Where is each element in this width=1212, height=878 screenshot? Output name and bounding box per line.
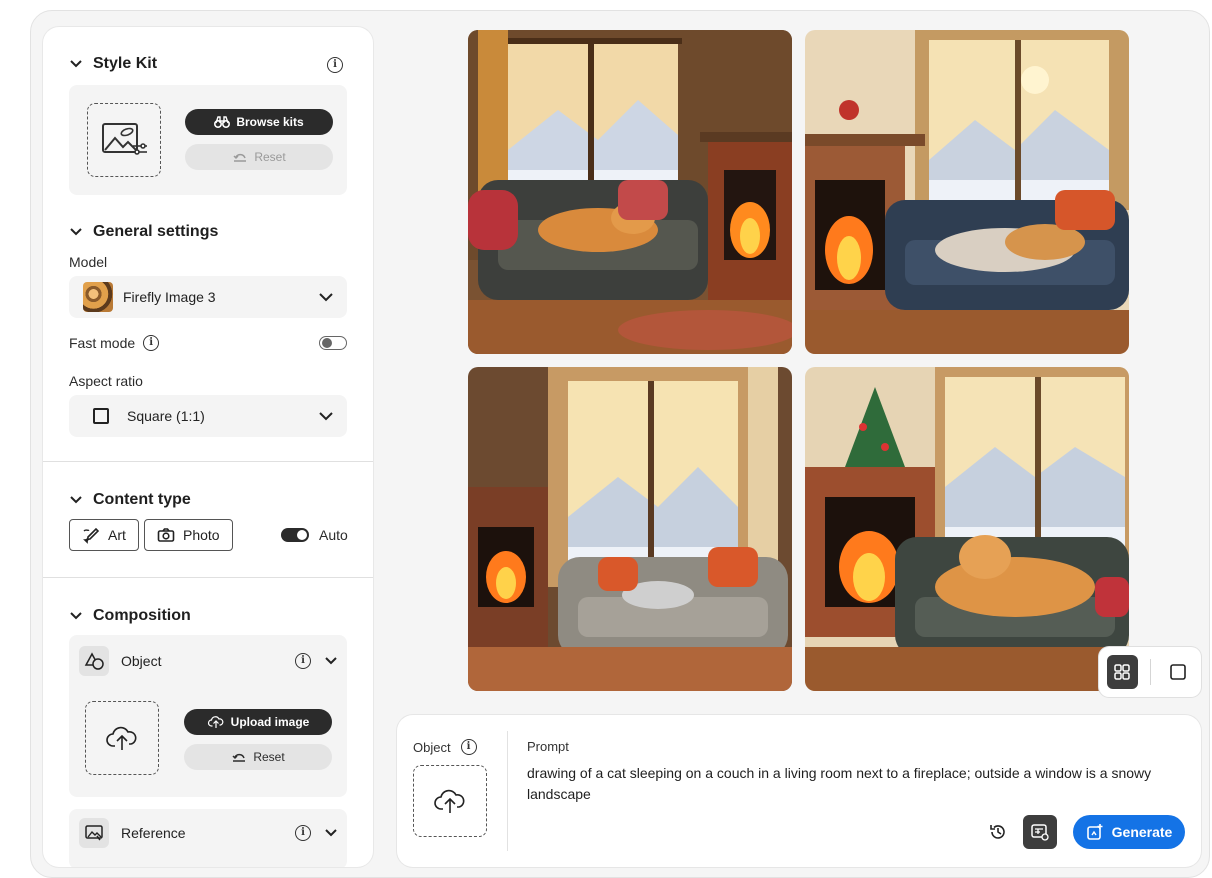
brush-icon bbox=[83, 527, 100, 544]
prompt-object-dropzone[interactable] bbox=[413, 765, 487, 837]
grid-view-button[interactable] bbox=[1107, 655, 1138, 689]
generated-image-1[interactable] bbox=[468, 30, 792, 354]
auto-toggle[interactable] bbox=[281, 528, 309, 542]
generated-image-3[interactable] bbox=[468, 367, 792, 691]
content-type-header[interactable]: Content type bbox=[69, 491, 191, 509]
info-icon[interactable]: i bbox=[143, 335, 160, 351]
prompt-input[interactable]: drawing of a cat sleeping on a couch in … bbox=[527, 763, 1167, 805]
grid-icon bbox=[1114, 664, 1131, 680]
fast-mode-row: Fast mode i bbox=[69, 335, 160, 351]
object-label: Object bbox=[121, 653, 162, 669]
history-button[interactable] bbox=[981, 815, 1015, 849]
upload-image-button[interactable]: Upload image bbox=[184, 709, 332, 735]
chevron-down-icon bbox=[319, 289, 333, 305]
content-type-art-button[interactable]: Art bbox=[69, 519, 139, 551]
binoculars-icon bbox=[214, 116, 231, 128]
model-value: Firefly Image 3 bbox=[123, 289, 216, 305]
generate-button[interactable]: Generate bbox=[1073, 815, 1185, 849]
divider bbox=[43, 461, 373, 462]
text-settings-icon bbox=[1031, 824, 1049, 841]
style-kit-title: Style Kit bbox=[93, 55, 158, 72]
cloud-upload-icon bbox=[207, 716, 224, 728]
info-icon[interactable]: i bbox=[295, 825, 311, 841]
cloud-upload-icon bbox=[434, 789, 465, 813]
info-icon[interactable]: i bbox=[327, 57, 343, 73]
divider bbox=[1149, 659, 1151, 685]
aspect-ratio-label: Aspect ratio bbox=[69, 373, 143, 389]
aspect-ratio-value: Square (1:1) bbox=[127, 408, 205, 424]
browse-kits-button[interactable]: Browse kits bbox=[185, 109, 333, 135]
fast-mode-toggle[interactable] bbox=[319, 336, 347, 350]
image-settings-icon bbox=[102, 123, 147, 155]
general-settings-title: General settings bbox=[93, 223, 219, 240]
model-select[interactable]: Firefly Image 3 bbox=[69, 276, 347, 318]
style-kit-header[interactable]: Style Kit bbox=[69, 55, 157, 73]
composition-header[interactable]: Composition bbox=[69, 607, 191, 625]
camera-icon bbox=[157, 528, 175, 542]
square-icon bbox=[93, 408, 109, 424]
divider bbox=[507, 731, 508, 851]
chevron-down-icon bbox=[319, 408, 333, 424]
prompt-object-label: Object bbox=[413, 739, 451, 755]
reference-image-icon bbox=[79, 818, 109, 848]
composition-title: Composition bbox=[93, 607, 191, 624]
history-icon bbox=[990, 825, 1005, 839]
photo-label: Photo bbox=[183, 527, 220, 543]
model-thumbnail bbox=[83, 282, 113, 312]
view-toggle bbox=[1099, 647, 1201, 697]
prompt-label: Prompt bbox=[527, 739, 569, 754]
chevron-down-icon[interactable] bbox=[325, 829, 337, 837]
prompt-panel: Object i Prompt drawing of a cat sleepin… bbox=[397, 715, 1201, 867]
upload-image-label: Upload image bbox=[230, 715, 310, 729]
auto-label: Auto bbox=[319, 527, 348, 543]
general-settings-header[interactable]: General settings bbox=[69, 223, 218, 241]
content-type-photo-button[interactable]: Photo bbox=[144, 519, 233, 551]
undo-icon bbox=[233, 153, 247, 162]
generate-label: Generate bbox=[1111, 824, 1173, 840]
chevron-down-icon bbox=[69, 493, 83, 507]
reference-row[interactable]: Reference i bbox=[69, 809, 347, 857]
object-dropzone[interactable] bbox=[85, 701, 159, 775]
model-label: Model bbox=[69, 254, 108, 270]
fast-mode-label: Fast mode bbox=[69, 335, 136, 351]
square-icon bbox=[1169, 664, 1186, 680]
toggle-knob bbox=[322, 338, 332, 348]
chevron-down-icon bbox=[69, 57, 83, 71]
prompt-object-row: Object i bbox=[413, 739, 477, 755]
aspect-ratio-select[interactable]: Square (1:1) bbox=[69, 395, 347, 437]
info-icon[interactable]: i bbox=[295, 653, 311, 669]
chevron-down-icon[interactable] bbox=[325, 657, 337, 665]
reference-label: Reference bbox=[121, 825, 186, 841]
undo-icon bbox=[232, 753, 246, 762]
divider bbox=[43, 577, 373, 578]
object-row[interactable]: Object i bbox=[69, 637, 347, 685]
generated-image-2[interactable] bbox=[805, 30, 1129, 354]
art-label: Art bbox=[108, 527, 126, 543]
style-kit-reset-button[interactable]: Reset bbox=[185, 144, 333, 170]
chevron-down-icon bbox=[69, 609, 83, 623]
content-type-title: Content type bbox=[93, 491, 191, 508]
settings-sidebar: Style Kit i Browse kits Reset General se… bbox=[43, 27, 373, 867]
prompt-settings-button[interactable] bbox=[1023, 815, 1057, 849]
style-kit-reset-label: Reset bbox=[254, 150, 286, 164]
single-view-button[interactable] bbox=[1162, 655, 1193, 689]
info-icon[interactable]: i bbox=[460, 739, 477, 755]
style-kit-dropzone[interactable] bbox=[87, 103, 161, 177]
shapes-icon bbox=[79, 646, 109, 676]
browse-kits-label: Browse kits bbox=[236, 115, 304, 129]
generate-icon bbox=[1086, 824, 1103, 840]
generated-image-4[interactable] bbox=[805, 367, 1129, 691]
cloud-upload-icon bbox=[106, 726, 137, 750]
chevron-down-icon bbox=[69, 225, 83, 239]
style-kit-box: Browse kits Reset bbox=[69, 85, 347, 195]
app-window: Style Kit i Browse kits Reset General se… bbox=[30, 10, 1210, 878]
object-reset-button[interactable]: Reset bbox=[184, 744, 332, 770]
object-reset-label: Reset bbox=[253, 750, 285, 764]
toggle-knob bbox=[297, 530, 307, 540]
